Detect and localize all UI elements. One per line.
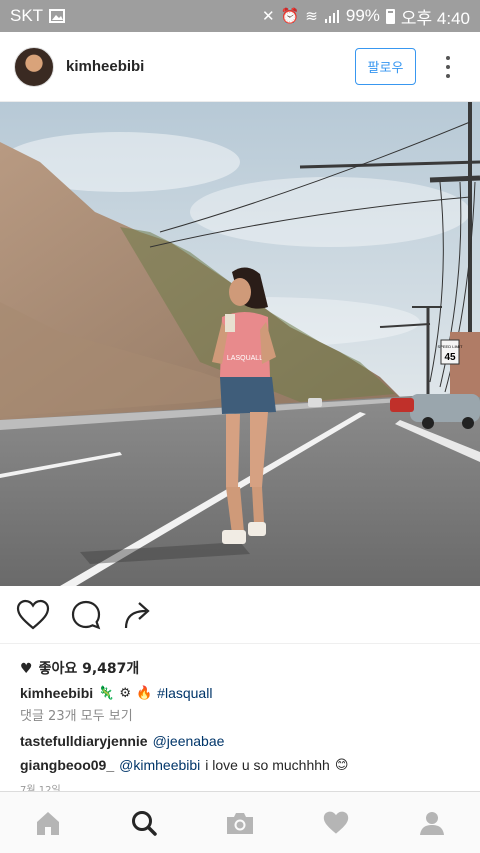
comment-item: tastefulldiaryjennie @jeenabae (20, 729, 465, 753)
alarm-icon: ⏰ (280, 8, 300, 25)
post-actions (0, 586, 480, 644)
lizard-emoji-icon: 🦎 (98, 685, 115, 700)
heart-outline-icon[interactable] (16, 599, 50, 631)
gallery-notification-icon (49, 9, 66, 23)
status-bar: SKT ✕ ⏰ ≋ 99% 오후 4:40 (0, 0, 480, 32)
post-photo[interactable]: SPEED LIMIT 45 LASQUALL (0, 102, 480, 586)
speed-sign-label: SPEED LIMIT (438, 344, 463, 349)
caption: kimheebibi 🦎 ⚙ 🔥 #lasquall (20, 681, 465, 705)
mute-icon: ✕ (262, 8, 275, 25)
share-arrow-icon[interactable] (122, 599, 152, 631)
comment-username[interactable]: giangbeoo09_ (20, 753, 114, 777)
clock: 오후 4:40 (400, 8, 470, 28)
smile-emoji-icon: 😊 (334, 757, 349, 772)
avatar[interactable] (14, 46, 54, 87)
speed-sign-value: 45 (444, 352, 456, 363)
wifi-icon: ≋ (305, 8, 318, 25)
home-icon[interactable] (24, 799, 72, 847)
likes-count: 좋아요 9,487개 (38, 661, 140, 677)
fire-emoji-icon: 🔥 (135, 685, 153, 700)
post-meta: ♥ 좋아요 9,487개 kimheebibi 🦎 ⚙ 🔥 #lasquall … (20, 657, 465, 803)
post-username[interactable]: kimheebibi (66, 58, 144, 75)
battery-percent: 99% (345, 6, 380, 25)
comment-mention[interactable]: @kimheebibi (119, 753, 200, 777)
caption-username[interactable]: kimheebibi (20, 681, 93, 705)
comment-item: giangbeoo09_ @kimheebibi i love u so muc… (20, 753, 465, 777)
comment-text: i love u so muchhhh (205, 757, 330, 773)
caption-hashtag[interactable]: #lasquall (157, 681, 212, 705)
heart-icon[interactable] (312, 799, 360, 847)
gear-emoji-icon: ⚙ (119, 685, 131, 700)
carrier-label: SKT (10, 6, 44, 25)
camera-icon[interactable] (216, 799, 264, 847)
follow-button[interactable]: 팔로우 (355, 48, 416, 85)
bottom-nav (0, 791, 480, 853)
battery-icon (385, 8, 395, 24)
comment-bubble-icon[interactable] (70, 599, 102, 631)
search-icon[interactable] (120, 799, 168, 847)
signal-icon (324, 10, 339, 23)
heart-filled-icon: ♥ (20, 661, 33, 677)
photo-illustration: SPEED LIMIT 45 LASQUALL (0, 102, 480, 586)
comment-mention[interactable]: @jeenabae (153, 729, 225, 753)
more-options-icon[interactable] (430, 49, 466, 85)
view-all-comments-link[interactable]: 댓글 23개 모두 보기 (20, 705, 465, 729)
likes-row[interactable]: ♥ 좋아요 9,487개 (20, 657, 465, 681)
profile-icon[interactable] (408, 799, 456, 847)
post-header: kimheebibi 팔로우 (0, 32, 480, 102)
shirt-text: LASQUALL (227, 355, 263, 362)
comment-username[interactable]: tastefulldiaryjennie (20, 729, 148, 753)
